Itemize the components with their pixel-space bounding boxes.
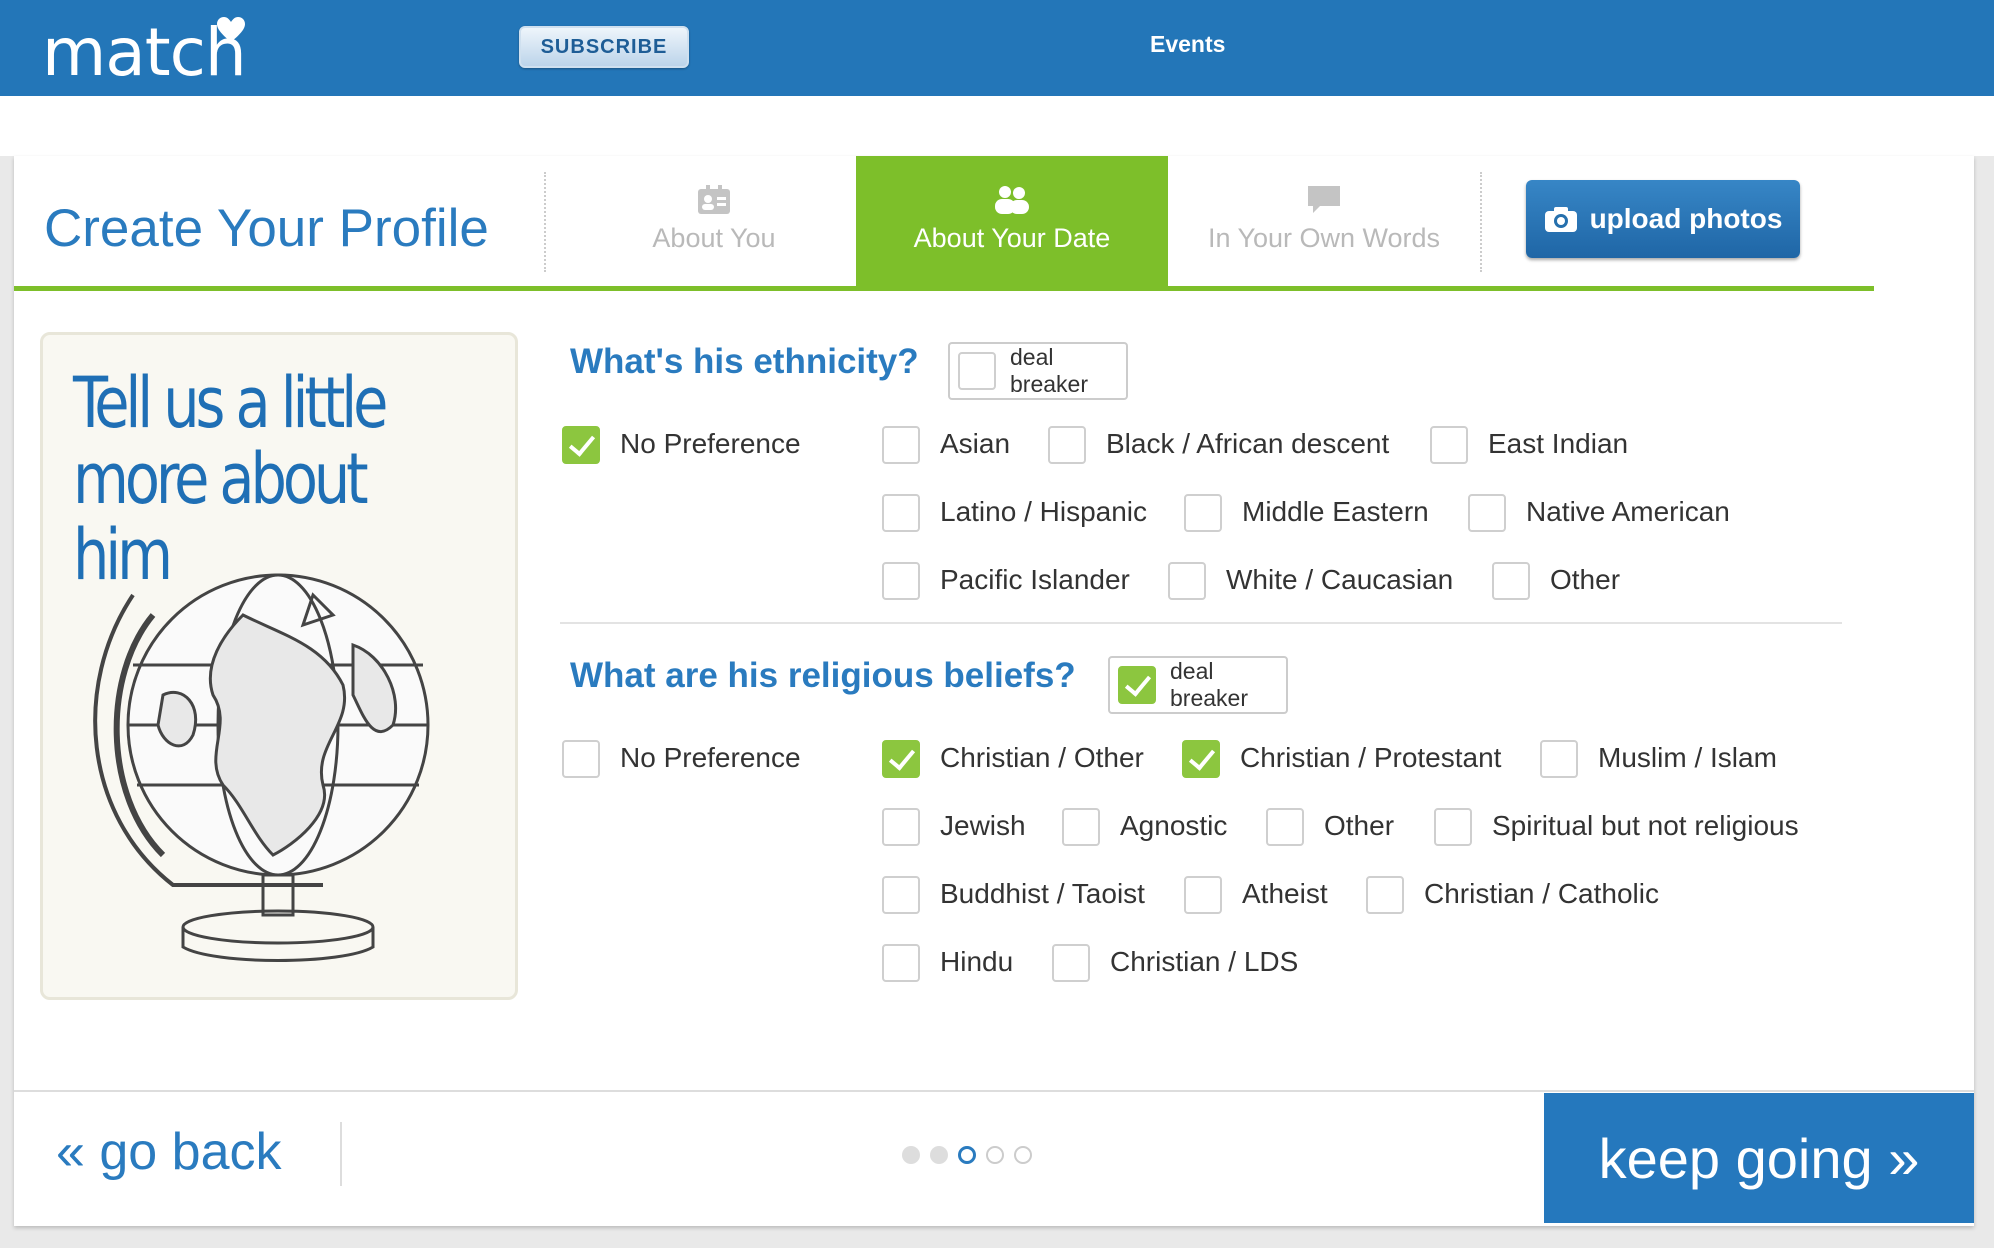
religion-question: What are his religious beliefs?: [570, 656, 1076, 695]
checkbox-east-indian[interactable]: [1430, 426, 1468, 464]
step-dot: [902, 1146, 920, 1164]
checkbox-christian-catholic[interactable]: [1366, 876, 1404, 914]
speech-bubble-icon: [1308, 186, 1340, 213]
promo-panel: Tell us a little more about him: [40, 332, 518, 1000]
promo-line: Tell us a little: [73, 362, 388, 444]
religion-deal-breaker[interactable]: deal breaker: [1108, 656, 1288, 714]
tab-divider: [544, 172, 546, 272]
option-label: Hindu: [940, 946, 1014, 977]
step-dot: [1014, 1146, 1032, 1164]
checkbox-buddhist-taoist[interactable]: [882, 876, 920, 914]
page-title: Create Your Profile: [44, 199, 489, 258]
checkbox-black-african-descent[interactable]: [1048, 426, 1086, 464]
subscribe-button[interactable]: SUBSCRIBE: [519, 26, 689, 68]
checkbox-latino-hispanic[interactable]: [882, 494, 920, 532]
deal-breaker-checkbox[interactable]: [1118, 666, 1156, 704]
deal-breaker-label: deal breaker: [1170, 658, 1248, 711]
deal-breaker-label: deal breaker: [1010, 344, 1088, 397]
option-label: Jewish: [940, 810, 1026, 841]
option-label: No Preference: [620, 428, 801, 459]
tab-underline: [14, 286, 1874, 291]
checkbox-muslim-islam[interactable]: [1540, 740, 1578, 778]
option-label: Christian / LDS: [1110, 946, 1299, 977]
option-label: Christian / Other: [940, 742, 1144, 773]
checkbox-jewish[interactable]: [882, 808, 920, 846]
option-label: Middle Eastern: [1242, 496, 1429, 527]
tab-divider: [1480, 172, 1482, 272]
step-dot: [930, 1146, 948, 1164]
option-label: Agnostic: [1120, 810, 1228, 841]
deal-breaker-checkbox[interactable]: [958, 352, 996, 390]
top-nav-bar: match SUBSCRIBE Events: [0, 0, 1994, 96]
checkbox-ethnicity-other[interactable]: [1492, 562, 1530, 600]
option-label: Atheist: [1242, 878, 1328, 909]
tab-label: About Your Date: [913, 223, 1111, 253]
people-icon: [995, 186, 1029, 214]
option-label: White / Caucasian: [1226, 564, 1454, 595]
option-label: Other: [1550, 564, 1621, 595]
step-indicator: [902, 1146, 1032, 1164]
checkbox-white-caucasian[interactable]: [1168, 562, 1206, 600]
option-label: No Preference: [620, 742, 801, 773]
option-label: Muslim / Islam: [1598, 742, 1777, 773]
upload-photos-button[interactable]: upload photos: [1526, 180, 1800, 258]
option-label: Black / African descent: [1106, 428, 1390, 459]
checkbox-ethnicity-no-preference[interactable]: [562, 426, 600, 464]
ethnicity-question: What's his ethnicity?: [570, 342, 919, 381]
option-label: Christian / Catholic: [1424, 878, 1659, 909]
tab-in-your-own-words[interactable]: In Your Own Words: [1168, 156, 1480, 286]
ethnicity-deal-breaker[interactable]: deal breaker: [948, 342, 1128, 400]
tab-label: About You: [652, 223, 776, 253]
option-label: Spiritual but not religious: [1492, 810, 1799, 841]
go-back-button[interactable]: « go back: [56, 1122, 282, 1182]
checkbox-religion-other[interactable]: [1266, 808, 1304, 846]
option-label: Native American: [1526, 496, 1730, 527]
checkbox-asian[interactable]: [882, 426, 920, 464]
checkbox-christian-other[interactable]: [882, 740, 920, 778]
globe-illustration: [93, 573, 430, 962]
option-label: Asian: [940, 428, 1011, 459]
tab-about-you[interactable]: About You: [558, 156, 870, 286]
step-dot-current: [958, 1146, 976, 1164]
camera-icon: [1544, 207, 1577, 232]
option-label: Pacific Islander: [940, 564, 1130, 595]
footer-divider: [340, 1122, 342, 1186]
option-label: Christian / Protestant: [1240, 742, 1502, 773]
step-dot: [986, 1146, 1004, 1164]
checkbox-christian-protestant[interactable]: [1182, 740, 1220, 778]
upload-photos-label: upload photos: [1589, 203, 1783, 234]
option-label: Latino / Hispanic: [940, 496, 1148, 527]
checkbox-hindu[interactable]: [882, 944, 920, 982]
option-label: East Indian: [1488, 428, 1629, 459]
section-divider: [560, 622, 1842, 624]
keep-going-button[interactable]: keep going »: [1544, 1093, 1974, 1223]
id-card-icon: [698, 185, 730, 214]
profile-card: Create Your Profile About You About Your…: [14, 156, 1974, 1226]
checkbox-atheist[interactable]: [1184, 876, 1222, 914]
option-label: Other: [1324, 810, 1395, 841]
events-link[interactable]: Events: [1150, 31, 1225, 58]
checkbox-spiritual-not-religious[interactable]: [1434, 808, 1472, 846]
checkbox-pacific-islander[interactable]: [882, 562, 920, 600]
tab-about-your-date[interactable]: About Your Date: [856, 156, 1168, 286]
checkbox-christian-lds[interactable]: [1052, 944, 1090, 982]
heart-icon: [217, 17, 245, 42]
option-label: Buddhist / Taoist: [940, 878, 1145, 909]
checkbox-agnostic[interactable]: [1062, 808, 1100, 846]
tab-label: In Your Own Words: [1207, 223, 1441, 253]
checkbox-native-american[interactable]: [1468, 494, 1506, 532]
header-spacer: [0, 96, 1994, 156]
checkbox-religion-no-preference[interactable]: [562, 740, 600, 778]
checkbox-middle-eastern[interactable]: [1184, 494, 1222, 532]
footer-divider-line: [14, 1090, 1974, 1092]
